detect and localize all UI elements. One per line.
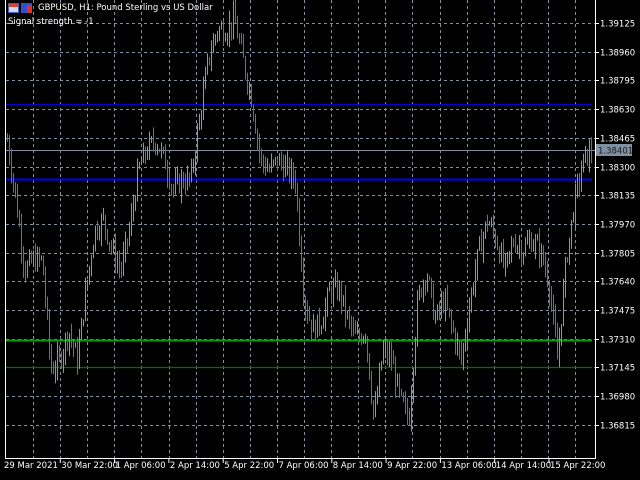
y-tick-label: 1.38135	[600, 192, 635, 202]
chart-title: GBPUSD, H1: Pound Sterling vs US Dollar	[38, 3, 213, 13]
current-price-label: 1.38401	[596, 144, 633, 157]
y-tick-label: 1.37805	[600, 250, 635, 260]
x-tick-label: 7 Apr 06:00	[279, 461, 329, 471]
current-price-text: 1.38401	[598, 147, 633, 157]
y-tick-label: 1.38465	[600, 135, 635, 145]
y-tick-label: 1.36815	[600, 422, 635, 432]
x-tick-label: 9 Apr 22:00	[387, 461, 437, 471]
y-tick-label: 1.38795	[600, 77, 635, 87]
price-chart[interactable]: 1.39125 1.38960 1.38795 1.38630 1.38465 1.383…	[0, 0, 640, 480]
y-tick-label: 1.36980	[600, 393, 635, 403]
x-tick-label: 15 Apr 22:00	[550, 461, 605, 471]
x-tick-label: 13 Apr 06:00	[441, 461, 496, 471]
x-tick-label: 5 Apr 22:00	[224, 461, 274, 471]
y-tick-label: 1.38300	[600, 164, 635, 174]
x-tick-label: 1 Apr 06:00	[116, 461, 166, 471]
x-tick-label: 29 Mar 2021	[4, 461, 58, 471]
indicator-icon	[21, 3, 32, 13]
x-tick-label: 2 Apr 14:00	[170, 461, 220, 471]
y-tick-label: 1.38960	[600, 49, 635, 59]
signal-strength-label: Signal strength = -1	[8, 17, 94, 27]
y-tick-label: 1.37475	[600, 307, 635, 317]
y-tick-label: 1.38630	[600, 106, 635, 116]
x-tick-label: 8 Apr 14:00	[333, 461, 383, 471]
y-tick-label: 1.37310	[600, 336, 635, 346]
y-tick-label: 1.39125	[600, 20, 635, 30]
price-axis[interactable]: 1.39125 1.38960 1.38795 1.38630 1.38465 1.383…	[595, 20, 635, 432]
y-tick-label: 1.37640	[600, 278, 635, 288]
chart-window-icon	[8, 3, 19, 13]
y-tick-label: 1.37145	[600, 364, 635, 374]
x-tick-label: 14 Apr 14:00	[496, 461, 551, 471]
x-tick-label: 30 Mar 22:00	[61, 461, 118, 471]
y-tick-label: 1.37970	[600, 221, 635, 231]
